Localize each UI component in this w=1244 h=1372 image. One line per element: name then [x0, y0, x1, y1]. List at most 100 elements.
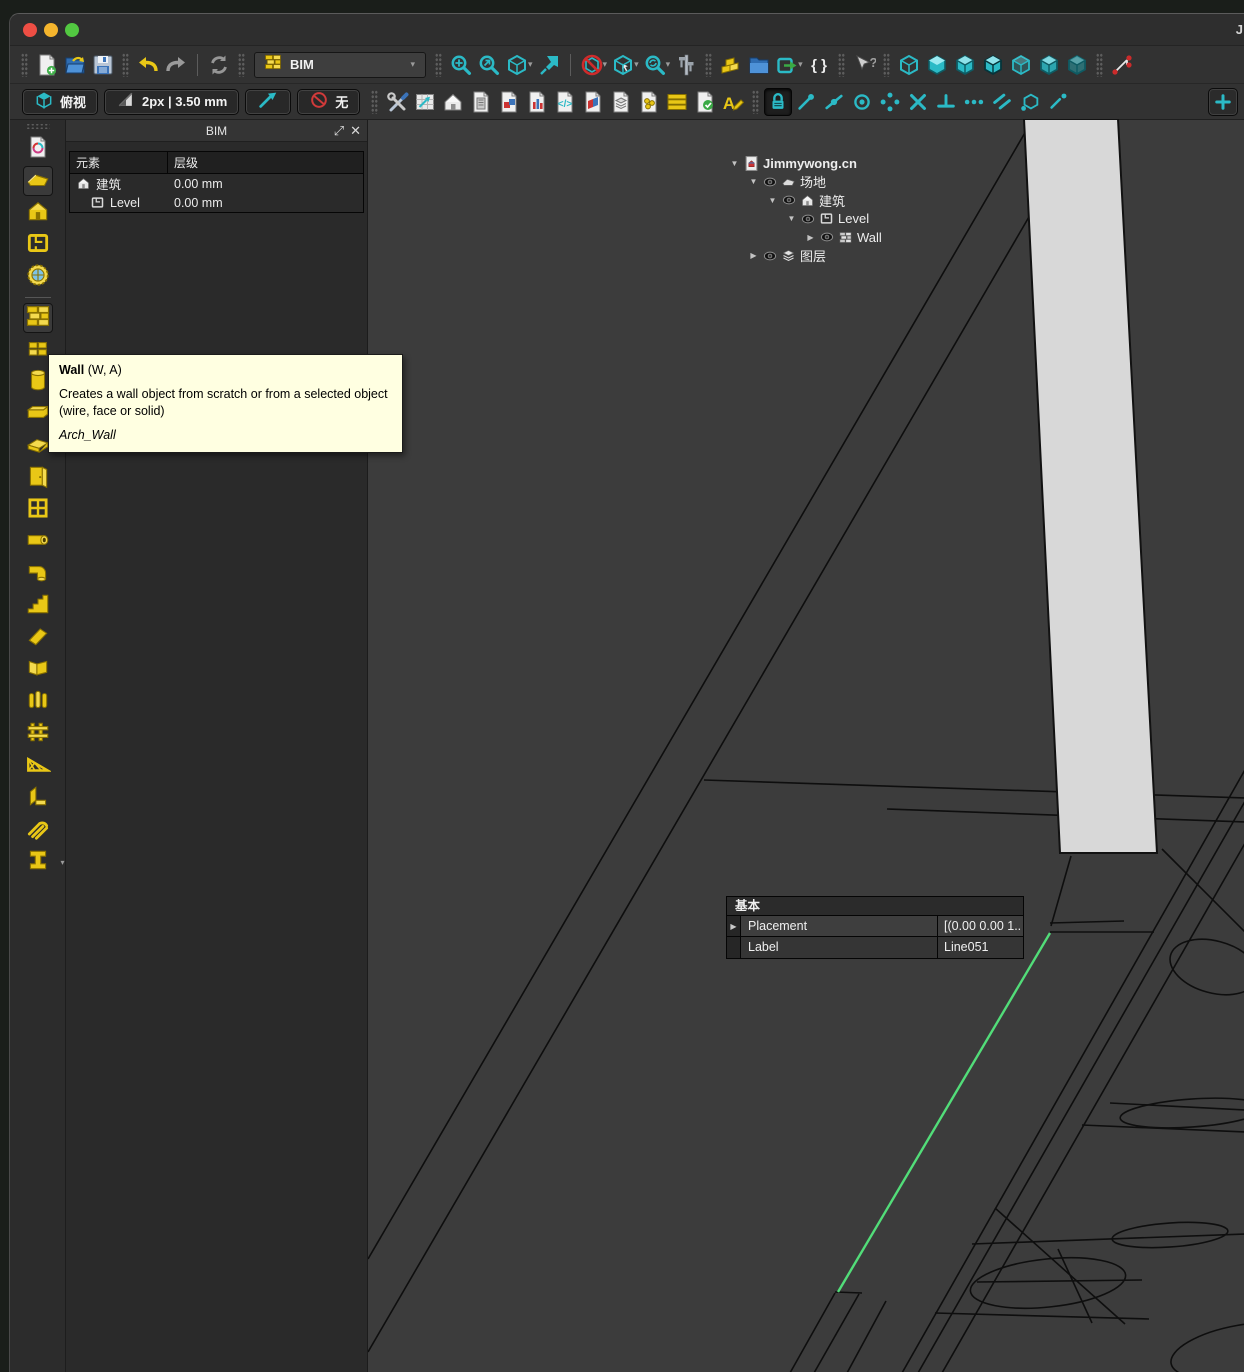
undo-button[interactable]	[134, 51, 162, 79]
visibility-eye-icon[interactable]	[820, 230, 834, 244]
setup-button[interactable]	[383, 88, 411, 116]
snap-near-button[interactable]	[1044, 88, 1072, 116]
axonometric-view-button[interactable]	[503, 51, 531, 79]
visibility-eye-icon[interactable]	[782, 193, 796, 207]
sheet-check-button[interactable]	[691, 88, 719, 116]
stairs-tool-button[interactable]	[23, 591, 53, 621]
toolbar-grip[interactable]	[838, 53, 845, 77]
schedule-button[interactable]	[663, 88, 691, 116]
snap-midpoint-button[interactable]	[820, 88, 848, 116]
annotation-styles-button[interactable]: A	[719, 88, 747, 116]
draw-style-no-shading-button[interactable]	[1035, 51, 1063, 79]
chevron-down-icon[interactable]: ▾	[603, 59, 608, 70]
draw-style-solid-button[interactable]	[923, 51, 951, 79]
snap-parallel-button[interactable]	[988, 88, 1016, 116]
site-tool-button[interactable]	[23, 166, 53, 196]
sheet-building-button[interactable]	[467, 88, 495, 116]
box-selection-button[interactable]	[609, 51, 637, 79]
dimension-button[interactable]	[1108, 51, 1136, 79]
visibility-eye-icon[interactable]	[801, 212, 815, 226]
draw-style-flat-lines-button[interactable]	[979, 51, 1007, 79]
level-tool-button[interactable]	[23, 230, 53, 260]
sheet-layers-button[interactable]	[607, 88, 635, 116]
export-button[interactable]	[773, 51, 801, 79]
tree-item--[interactable]: ▶图层	[729, 247, 882, 266]
profile-tool-button[interactable]: ▾	[23, 847, 53, 877]
project-tool-button[interactable]	[23, 262, 53, 292]
wall-tool-button[interactable]	[23, 303, 53, 333]
expander-open-icon[interactable]: ▼	[748, 177, 759, 186]
expander-closed-icon[interactable]: ▶	[748, 251, 759, 260]
redo-button[interactable]	[162, 51, 190, 79]
sheet-code-button[interactable]: </>	[551, 88, 579, 116]
expander-open-icon[interactable]: ▼	[729, 159, 740, 168]
window-tool-button[interactable]	[23, 495, 53, 525]
snap-endpoint-button[interactable]	[792, 88, 820, 116]
pipe-connector-tool-button[interactable]	[23, 559, 53, 589]
zoom-selection-button[interactable]	[475, 51, 503, 79]
tree-item--[interactable]: ▼场地	[729, 173, 882, 192]
fit-all-button[interactable]	[447, 51, 475, 79]
save-document-button[interactable]	[89, 51, 117, 79]
close-window-button[interactable]	[23, 23, 37, 37]
create-group-button[interactable]	[717, 51, 745, 79]
toolbar-grip[interactable]	[752, 90, 759, 114]
fence-tool-button[interactable]	[23, 719, 53, 749]
sheet-balls-button[interactable]	[635, 88, 663, 116]
minimize-window-button[interactable]	[44, 23, 58, 37]
line-width-button[interactable]: 2px | 3.50 mm	[104, 89, 239, 115]
property-row[interactable]: LabelLine051	[727, 937, 1023, 958]
maximize-window-button[interactable]	[65, 23, 79, 37]
sheet-pages-button[interactable]	[579, 88, 607, 116]
door-tool-button[interactable]	[23, 463, 53, 493]
property-row[interactable]: ▶Placement[(0.00 0.00 1..	[727, 916, 1023, 937]
toolbar-grip[interactable]	[705, 53, 712, 77]
tree-item-level[interactable]: ▼Level	[729, 210, 882, 229]
draw-style-as-is-button[interactable]	[895, 51, 923, 79]
expander-open-icon[interactable]: ▼	[786, 214, 797, 223]
views-button[interactable]	[439, 88, 467, 116]
toolbar-grip[interactable]	[238, 53, 245, 77]
make-folder-button[interactable]	[745, 51, 773, 79]
property-expander-icon[interactable]: ▶	[727, 916, 741, 936]
pipe-tool-button[interactable]	[23, 527, 53, 557]
toolbar-grip[interactable]	[122, 53, 129, 77]
clip-plane-button[interactable]	[578, 51, 606, 79]
sheet-chart-button[interactable]	[523, 88, 551, 116]
open-document-button[interactable]	[61, 51, 89, 79]
building-tool-button[interactable]	[23, 198, 53, 228]
3d-viewport[interactable]: ▼Jimmywong.cn▼场地▼建筑▼Level▶Wall▶图层 基本 ▶Pl…	[368, 120, 1244, 1372]
snap-intersection-button[interactable]	[904, 88, 932, 116]
snap-center-button[interactable]	[848, 88, 876, 116]
chevron-down-icon[interactable]: ▾	[60, 858, 64, 867]
toolbar-grip[interactable]	[883, 53, 890, 77]
refresh-button[interactable]	[205, 51, 233, 79]
snap-perpendicular-button[interactable]	[932, 88, 960, 116]
fly-mode-button[interactable]	[535, 51, 563, 79]
expander-closed-icon[interactable]: ▶	[805, 233, 816, 242]
draft-arrow-button[interactable]	[245, 89, 291, 115]
property-value[interactable]: [(0.00 0.00 1..	[938, 916, 1023, 936]
chevron-down-icon[interactable]: ▾	[798, 59, 803, 70]
property-value[interactable]: Line051	[938, 937, 1023, 958]
draw-style-hidden-line-button[interactable]	[1007, 51, 1035, 79]
working-plane-button[interactable]	[411, 88, 439, 116]
toolbar-grip[interactable]	[21, 53, 28, 77]
panel-expand-icon[interactable]: ⤢	[334, 123, 344, 139]
tree-item-jimmywong-cn[interactable]: ▼Jimmywong.cn	[729, 154, 882, 173]
sheet-blocks-button[interactable]	[495, 88, 523, 116]
toolbar-grip[interactable]	[371, 90, 378, 114]
roof-tool-button[interactable]	[23, 623, 53, 653]
chevron-down-icon[interactable]: ▾	[634, 59, 639, 70]
dock-grip[interactable]	[26, 123, 50, 130]
tree-item-wall[interactable]: ▶Wall	[729, 228, 882, 247]
toolbar-grip[interactable]	[1096, 53, 1103, 77]
visibility-eye-icon[interactable]	[763, 249, 777, 263]
tree-item--[interactable]: ▼建筑	[729, 191, 882, 210]
panel-tool-button[interactable]	[23, 655, 53, 685]
ifc-document-tool-button[interactable]	[23, 134, 53, 164]
chevron-down-icon[interactable]: ▾	[666, 59, 671, 70]
equipment-tool-button[interactable]	[23, 687, 53, 717]
snap-working-plane-button[interactable]	[1016, 88, 1044, 116]
panel-close-icon[interactable]: ✕	[350, 123, 361, 139]
